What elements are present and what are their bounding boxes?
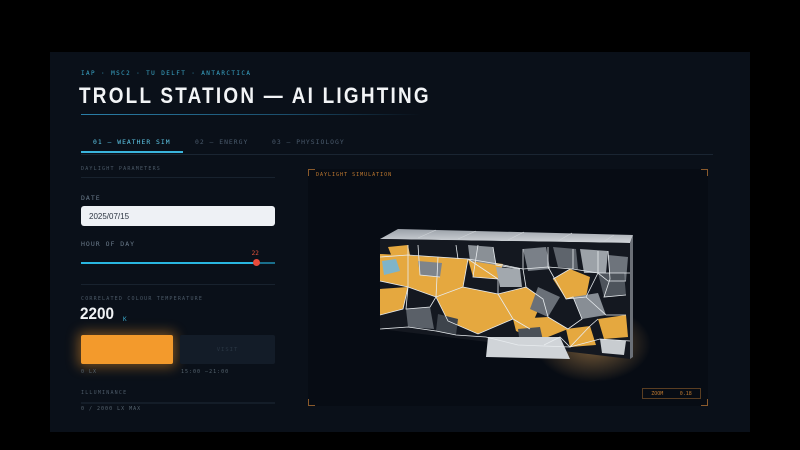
illuminance-range: 0 / 2000 LX MAX [81,406,142,412]
zoom-indicator[interactable]: ZOOM 0.18 [642,388,701,399]
hour-of-day-label: HOUR OF DAY [81,240,136,248]
page-title: TROLL STATION — AI LIGHTING [79,83,431,108]
cct-value: 2200 [80,304,115,323]
section-divider [81,177,275,178]
date-label: DATE [81,194,101,202]
active-tab-indicator [81,151,183,153]
zoom-value: 0.18 [679,390,692,397]
lux-caption: 0 LX [81,369,98,375]
model-side-face [630,235,633,359]
slider-value: 22 [251,250,259,257]
lamp-color-swatch[interactable] [81,335,173,364]
illuminance-bar [81,402,275,404]
app-frame: IAP · MSC2 · TU DELFT · ANTARCTICA TROLL… [50,52,750,432]
time-range-caption: 15:00 –21:00 [181,369,230,375]
cct-label: CORRELATED COLOUR TEMPERATURE [81,296,204,302]
daylight-simulation-viewport[interactable]: DAYLIGHT SIMULATION ZOOM 0.18 [308,169,708,406]
tab-bar: 01 — WEATHER SIM 02 — ENERGY 03 — PHYSIO… [81,132,713,155]
breadcrumb: IAP · MSC2 · TU DELFT · ANTARCTICA [81,70,252,77]
title-divider [81,114,421,115]
hour-of-day-slider[interactable]: 22 [81,250,275,266]
daylight-parameters-heading: DAYLIGHT PARAMETERS [81,166,161,172]
section-divider [81,284,275,285]
tab-physiology[interactable]: 03 — PHYSIOLOGY [272,138,345,146]
illuminance-label: ILLUMINANCE [81,390,128,396]
zoom-label: ZOOM [651,390,664,397]
slider-fill [81,262,256,264]
visit-button[interactable]: VISIT [180,335,275,364]
tab-energy[interactable]: 02 — ENERGY [195,138,248,146]
date-input[interactable] [81,206,275,226]
slider-thumb[interactable] [252,259,260,266]
tab-weather-sim[interactable]: 01 — WEATHER SIM [93,138,171,146]
cct-unit: K [123,316,127,323]
station-model [379,229,651,382]
